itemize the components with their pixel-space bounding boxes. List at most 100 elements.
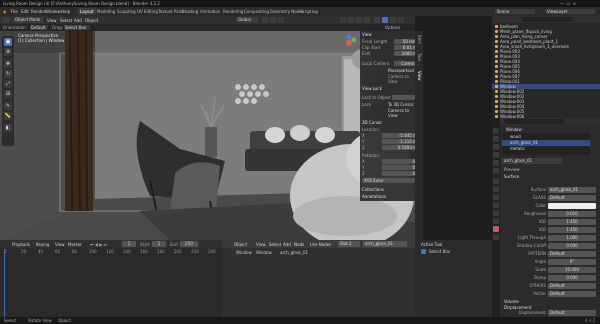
current-frame-field[interactable]: 1	[122, 241, 136, 247]
world-tab-icon[interactable]	[493, 168, 499, 174]
pivot-icon[interactable]	[262, 17, 268, 23]
cursor-tool[interactable]: ⊕	[4, 48, 12, 56]
material-tab-icon[interactable]	[493, 226, 499, 232]
constraints-tab-icon[interactable]	[493, 210, 499, 216]
volume-panel-header[interactable]: Volume	[504, 299, 519, 304]
output-tab-icon[interactable]	[493, 144, 499, 150]
solid-shading-icon[interactable]	[382, 17, 388, 23]
mode-dropdown[interactable]: Object Mode	[13, 17, 43, 23]
tab-tool[interactable]: Tool	[416, 53, 422, 61]
overlay-icon[interactable]	[356, 17, 362, 23]
to-3d-cursor-checkbox[interactable]: To 3D Cursor	[388, 102, 414, 107]
render-tab-icon[interactable]	[493, 136, 499, 142]
editor-type-icon[interactable]	[2, 17, 10, 23]
menu-render[interactable]: Render	[31, 9, 45, 14]
transform-tool[interactable]: ⊞	[4, 90, 12, 98]
view-lock-header[interactable]: View Lock	[362, 86, 382, 91]
rotation-mode-dropdown[interactable]: XYZ Euler	[362, 178, 418, 183]
ior-field[interactable]: 1.450	[548, 219, 596, 225]
outliner-search-input[interactable]	[522, 17, 572, 22]
rot-z-field[interactable]: 0°	[382, 171, 418, 176]
material-slot-metalic[interactable]: metalic	[502, 146, 590, 152]
roughness-field[interactable]: 0.010	[548, 211, 596, 217]
rot-x-field[interactable]: 0°	[382, 159, 418, 164]
visibility-icon[interactable]	[340, 17, 346, 23]
texture-tab-icon[interactable]	[493, 234, 499, 240]
tab-animation[interactable]: Animation	[198, 8, 222, 15]
material-name-field[interactable]: arch_glass_01	[502, 158, 562, 164]
3d-viewport[interactable]: Camera Perspective (1) Collection | Wind…	[0, 31, 415, 240]
view-section-header[interactable]: View	[362, 32, 372, 37]
surface-field[interactable]: arch_glass_01	[548, 187, 596, 193]
tab-item[interactable]: Item	[416, 35, 422, 44]
timeline-ruler[interactable]: 0 20 40 60 80 100 120 140 160 180 200 220 240	[0, 249, 222, 255]
timeline-view-menu[interactable]: View	[55, 242, 65, 247]
playhead[interactable]	[4, 249, 5, 317]
camera-to-view-row[interactable]: Camera to View	[362, 74, 418, 84]
3d-cursor-header[interactable]: 3D Cursor	[362, 120, 382, 125]
tab-compositing[interactable]: Compositing	[242, 8, 271, 15]
viewport-menu-view[interactable]: View	[47, 18, 57, 23]
menu-file[interactable]: File	[11, 9, 18, 14]
timeline-marker-menu[interactable]: Marker	[68, 242, 82, 247]
play-controls[interactable]: ⏮ ◀ ▶ ⏭	[90, 242, 107, 247]
shader-menu-add[interactable]: Add	[283, 242, 291, 247]
material-shading-icon[interactable]	[390, 17, 396, 23]
viewport-menu-object[interactable]: Object	[85, 18, 98, 23]
window-controls[interactable]: — ☐ ✕	[560, 1, 576, 6]
move-tool[interactable]: ✥	[4, 60, 12, 68]
viewport-menu-select[interactable]: Select	[60, 18, 72, 23]
scene-selector[interactable]: Scene	[495, 9, 535, 14]
shader-menu-view[interactable]: View	[256, 242, 266, 247]
object-tab-icon[interactable]	[493, 178, 499, 184]
data-tab-icon[interactable]	[493, 218, 499, 224]
drag-value-dropdown[interactable]: Select Box	[64, 25, 90, 30]
cursor-y-field[interactable]: -1.215 m	[382, 139, 418, 144]
material-dropdown[interactable]: arch_glass_01	[363, 241, 407, 247]
shader-menu-node[interactable]: Node	[294, 242, 304, 247]
rotate-tool[interactable]: ↻	[4, 70, 12, 78]
view-layer-selector[interactable]: ViewLayer	[545, 9, 595, 14]
transform-orientation-dropdown[interactable]: Global	[236, 17, 258, 23]
viewport-menu-add[interactable]: Add	[74, 18, 82, 23]
annotations-header[interactable]: Annotations	[362, 194, 386, 199]
add-cube-tool[interactable]: ◧	[4, 124, 12, 132]
surface-panel-header[interactable]: Surface	[504, 174, 519, 179]
scale-tool[interactable]: ⤢	[4, 80, 12, 88]
shader-menu-select[interactable]: Select	[269, 242, 281, 247]
others-field[interactable]: Default	[548, 283, 596, 289]
shader-type-dropdown[interactable]: Object	[234, 242, 247, 247]
glass-field[interactable]: Default	[548, 195, 596, 201]
snap-icon[interactable]	[270, 17, 276, 23]
properties-search-input[interactable]	[504, 119, 564, 124]
light-through-field[interactable]: 1.000	[548, 235, 596, 241]
preview-panel-header[interactable]: Preview	[504, 167, 520, 172]
particles-tab-icon[interactable]	[493, 194, 499, 200]
cursor-z-field[interactable]: 0.5493 m	[382, 145, 418, 150]
end-frame-field[interactable]: 250	[180, 241, 198, 247]
physics-tab-icon[interactable]	[493, 202, 499, 208]
options-menu[interactable]: Options	[385, 25, 400, 30]
use-nodes-checkbox[interactable]: Use Nodes	[310, 242, 331, 247]
tool-tab-icon[interactable]	[493, 128, 499, 134]
ior2-field[interactable]: 1.450	[548, 227, 596, 233]
gizmo-icon[interactable]	[348, 17, 354, 23]
rot-y-field[interactable]: 0°	[382, 165, 418, 170]
vector-field[interactable]: Default	[548, 291, 596, 297]
rendered-shading-icon[interactable]	[398, 17, 404, 23]
measure-tool[interactable]: 📏	[4, 112, 12, 120]
camera-to-view-lock-checkbox[interactable]: Camera to View	[388, 108, 418, 118]
bump-field[interactable]: 0.000	[548, 275, 596, 281]
color-swatch[interactable]	[548, 203, 596, 209]
timeline-playback-menu[interactable]: Playback	[12, 242, 30, 247]
select-box-tool[interactable]: ▣	[4, 38, 12, 46]
orientation-value-dropdown[interactable]: Default	[30, 25, 48, 30]
wireframe-shading-icon[interactable]	[374, 17, 380, 23]
displacement-field[interactable]: Default	[548, 310, 596, 316]
tab-layout[interactable]: Layout	[78, 8, 96, 15]
camera-to-view-checkbox[interactable]: Camera to View	[388, 74, 418, 84]
view-layer-tab-icon[interactable]	[493, 152, 499, 158]
shader-editor[interactable]: Object View Select Add Node Use Nodes Sl…	[222, 240, 415, 317]
scale-field[interactable]: 10.000	[548, 267, 596, 273]
start-frame-field[interactable]: 1	[152, 241, 166, 247]
